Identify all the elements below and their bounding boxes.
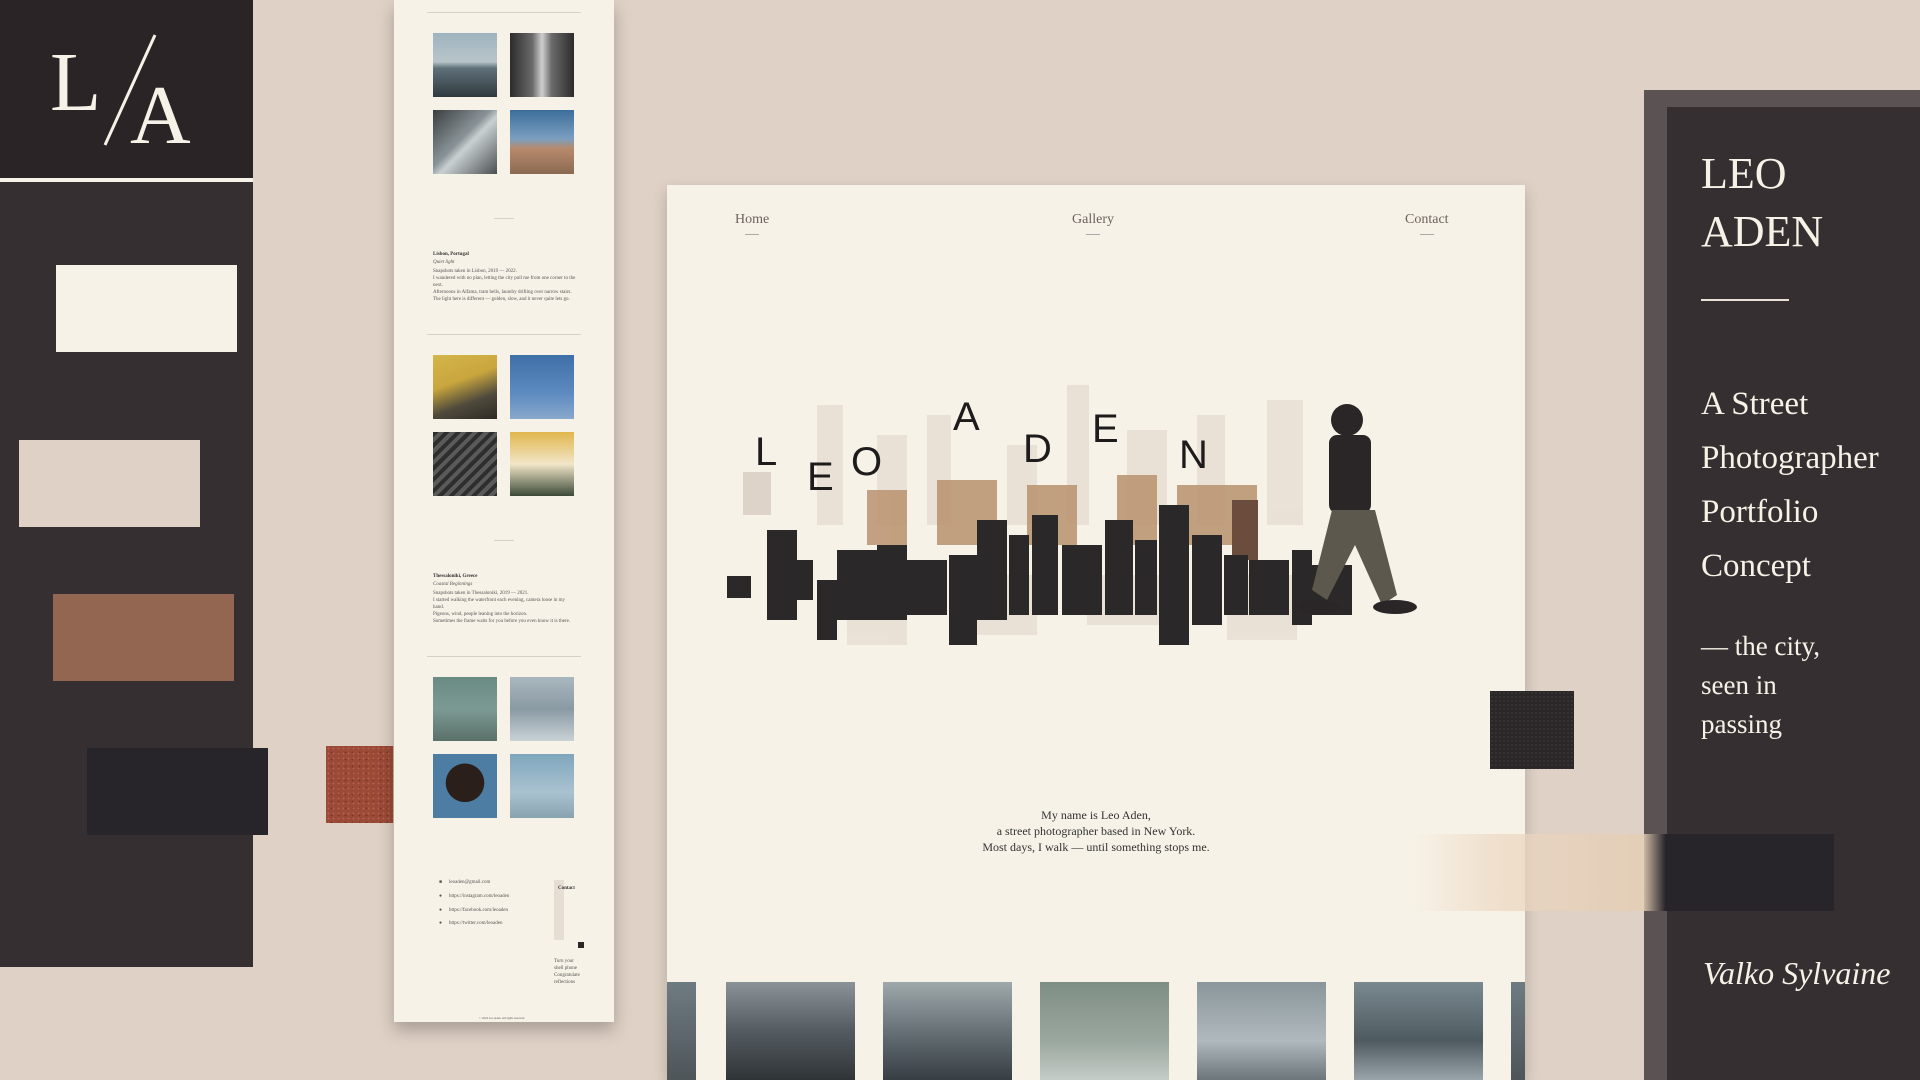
panel-name-line-1: LEO bbox=[1701, 149, 1787, 198]
gallery-photo[interactable] bbox=[1197, 982, 1326, 1080]
photo-thumb[interactable] bbox=[510, 432, 574, 496]
section-text-3: Pigeons, wind, people leaning into the h… bbox=[433, 612, 528, 617]
photo-thumb[interactable] bbox=[510, 110, 574, 174]
photo-thumb[interactable] bbox=[433, 754, 497, 818]
hero-letter-n: N bbox=[1179, 433, 1208, 477]
panel-tag-line-3: passing bbox=[1701, 709, 1782, 739]
contact-instagram-link[interactable]: https://instagram.com/leoaden bbox=[449, 893, 509, 900]
intro-line-2: a street photographer based in New York. bbox=[996, 824, 1196, 838]
hero-collage: L E O A D E N bbox=[727, 385, 1487, 745]
logo: L A bbox=[0, 0, 253, 182]
contact-facebook-link[interactable]: https://facebook.com/leoaden bbox=[449, 907, 508, 914]
logo-mark: L A bbox=[50, 34, 191, 150]
gallery-photo[interactable] bbox=[726, 982, 855, 1080]
intro-line-1: My name is Leo Aden, bbox=[1041, 808, 1151, 822]
contact-note: Turn your shell phone Congratulate refle… bbox=[554, 959, 580, 985]
photo-thumb[interactable] bbox=[510, 355, 574, 419]
instagram-icon: ● bbox=[439, 894, 443, 899]
gallery-photo[interactable] bbox=[1511, 982, 1525, 1080]
footer-text: © 2024 Leo Aden. All rights reserved. bbox=[479, 1016, 525, 1020]
color-swatch-beige bbox=[19, 440, 200, 527]
panel-title-line-4: Concept bbox=[1701, 548, 1811, 584]
section-text-4: Sometimes the frame waits for you before… bbox=[433, 619, 571, 624]
photo-thumb[interactable] bbox=[433, 355, 497, 419]
section-text-3: Afternoons in Alfama, tram bells, laundr… bbox=[433, 290, 572, 295]
section-text-4: The light here is different — golden, sl… bbox=[433, 297, 570, 302]
photo-thumb[interactable] bbox=[433, 677, 497, 741]
hero-letter-l: L bbox=[755, 430, 778, 474]
nav-home[interactable]: Home bbox=[735, 212, 769, 228]
panel-divider bbox=[1701, 299, 1789, 301]
color-swatch-dark bbox=[87, 748, 268, 835]
facebook-icon: ● bbox=[439, 908, 443, 913]
nav-gallery[interactable]: Gallery bbox=[1072, 212, 1114, 228]
mail-icon: ■ bbox=[439, 880, 443, 885]
main-nav: Home Gallery Contact bbox=[667, 212, 1525, 242]
panel-title-line-2: Photographer bbox=[1701, 440, 1879, 476]
panel-tagline: — the city, seen in passing bbox=[1701, 627, 1901, 744]
panel-tag-line-1: — the city, bbox=[1701, 631, 1820, 661]
contact-email-link[interactable]: leoaden@gmail.com bbox=[449, 879, 490, 886]
section-text-2: I wandered with no plan, letting the cit… bbox=[433, 276, 576, 288]
homepage-mockup: Home Gallery Contact L E O A D E N My na… bbox=[667, 185, 1525, 1080]
panel-title-line-3: Portfolio bbox=[1701, 494, 1819, 530]
svg-text:A: A bbox=[130, 69, 191, 150]
panel-tag-line-2: seen in bbox=[1701, 670, 1777, 700]
panel-name: LEO ADEN bbox=[1701, 145, 1823, 261]
photo-thumb[interactable] bbox=[510, 754, 574, 818]
intro-text: My name is Leo Aden, a street photograph… bbox=[667, 807, 1525, 855]
photo-thumb[interactable] bbox=[510, 677, 574, 741]
svg-text:L: L bbox=[50, 36, 101, 129]
info-panel: LEO ADEN A Street Photographer Portfolio… bbox=[1667, 107, 1920, 1080]
color-swatch-brown bbox=[53, 594, 234, 681]
color-swatch-cream bbox=[56, 265, 237, 352]
nav-contact[interactable]: Contact bbox=[1405, 212, 1449, 228]
hero-letter-e2: E bbox=[1092, 407, 1119, 451]
section-subheading: Coastal Beginnings bbox=[433, 582, 473, 587]
hero-letter-e: E bbox=[807, 455, 834, 499]
gallery-photo[interactable] bbox=[1354, 982, 1483, 1080]
hero-letter-o: O bbox=[851, 440, 883, 484]
section-text-2: I started walking the waterfront each ev… bbox=[433, 598, 566, 610]
intro-line-3: Most days, I walk — until something stop… bbox=[982, 840, 1210, 854]
panel-title: A Street Photographer Portfolio Concept bbox=[1701, 377, 1916, 593]
hero-letter-a: A bbox=[953, 395, 980, 439]
gallery-photo[interactable] bbox=[667, 982, 696, 1080]
panel-title-line-1: A Street bbox=[1701, 386, 1809, 422]
photo-thumb[interactable] bbox=[433, 432, 497, 496]
contact-twitter-link[interactable]: https://twitter.com/leoaden bbox=[449, 920, 502, 927]
contact-title: Contact bbox=[558, 886, 575, 891]
gallery-photo[interactable] bbox=[883, 982, 1012, 1080]
photo-thumb[interactable] bbox=[510, 33, 574, 97]
photo-thumb[interactable] bbox=[433, 110, 497, 174]
twitter-icon: ● bbox=[439, 921, 443, 926]
section-heading: Thessaloniki, Greece bbox=[433, 574, 478, 579]
gallery-photo[interactable] bbox=[1040, 982, 1169, 1080]
longpage-preview: Lisbon, Portugal Quiet light Snapshots t… bbox=[394, 0, 614, 1022]
panel-name-line-2: ADEN bbox=[1701, 207, 1824, 256]
section-subheading: Quiet light bbox=[433, 260, 455, 265]
gallery-strip bbox=[667, 982, 1525, 1080]
hero-letter-d: D bbox=[1023, 427, 1052, 471]
section-text-1: Snapshots taken in Thessaloniki, 2019 — … bbox=[433, 591, 529, 596]
photo-thumb[interactable] bbox=[433, 33, 497, 97]
texture-swatch-dark bbox=[1490, 691, 1574, 769]
section-text-1: Snapshots taken in Lisbon, 2019 — 2022. bbox=[433, 269, 517, 274]
section-heading: Lisbon, Portugal bbox=[433, 252, 469, 257]
panel-signature: Valko Sylvaine bbox=[1703, 955, 1891, 991]
gradient-band bbox=[1413, 834, 1834, 911]
